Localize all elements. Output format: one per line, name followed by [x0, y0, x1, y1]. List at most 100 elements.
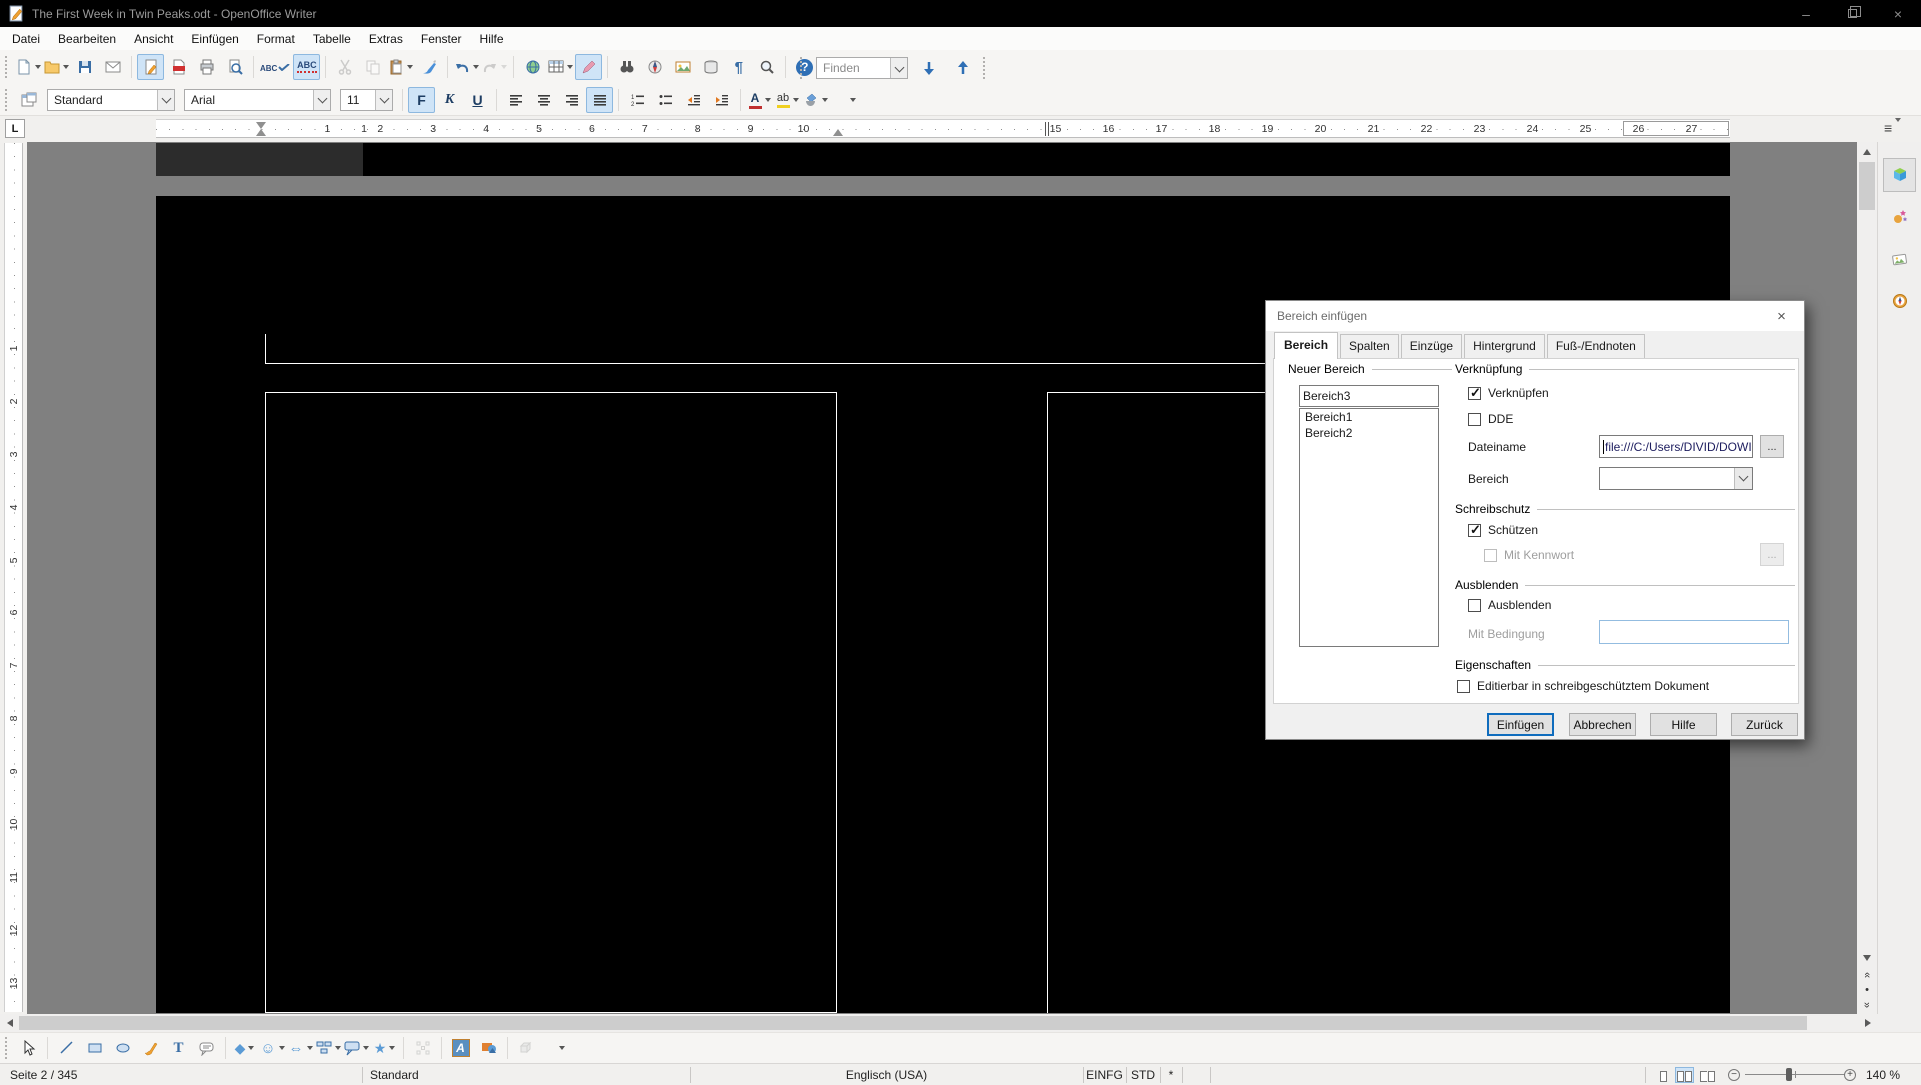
menu-item[interactable]: Fenster	[412, 28, 471, 50]
flowchart-button[interactable]	[315, 1035, 342, 1061]
font-color-button[interactable]: A	[746, 87, 773, 113]
protect-checkbox[interactable]	[1468, 524, 1481, 537]
save-icon[interactable]	[71, 54, 98, 80]
section-name-input[interactable]: Bereich3	[1299, 385, 1439, 407]
sidebar-gallery-icon[interactable]	[1883, 242, 1916, 276]
new-document-button[interactable]	[15, 54, 42, 80]
justify-toggle[interactable]	[586, 87, 613, 113]
cancel-button[interactable]: Abbrechen	[1569, 713, 1636, 736]
find-next-button[interactable]	[915, 55, 942, 81]
edit-mode-toggle[interactable]	[137, 54, 164, 80]
toolbar-overflow-button[interactable]	[838, 87, 865, 113]
tab-bereich[interactable]: Bereich	[1274, 332, 1338, 359]
rectangle-tool-icon[interactable]	[81, 1035, 108, 1061]
dialog-close-icon[interactable]: ×	[1759, 301, 1804, 331]
page-style-status[interactable]: Standard	[370, 1068, 419, 1082]
minimize-icon[interactable]: –	[1783, 0, 1829, 27]
menu-item[interactable]: Extras	[360, 28, 412, 50]
increase-indent-icon[interactable]	[708, 87, 735, 113]
export-pdf-icon[interactable]	[165, 54, 192, 80]
tab-hintergrund[interactable]: Hintergrund	[1464, 334, 1545, 358]
find-toolbar-drag-handle[interactable]	[800, 57, 804, 79]
condition-input[interactable]	[1599, 620, 1789, 644]
navigation-button[interactable]: •	[1858, 983, 1876, 997]
menu-item[interactable]: Format	[248, 28, 304, 50]
auto-spellcheck-toggle[interactable]: ABC	[293, 54, 320, 80]
ellipse-tool-icon[interactable]	[109, 1035, 136, 1061]
sidebar-properties-icon[interactable]	[1883, 158, 1916, 192]
horizontal-scrollbar[interactable]	[0, 1014, 1877, 1032]
align-right-icon[interactable]	[558, 87, 585, 113]
spellcheck-icon[interactable]: ABC	[259, 54, 292, 80]
formatting-marks-toggle[interactable]: ¶	[725, 54, 752, 80]
open-button[interactable]	[43, 54, 70, 80]
background-color-button[interactable]	[802, 87, 829, 113]
zoom-in-icon[interactable]: +	[1844, 1069, 1856, 1081]
freeform-line-tool-icon[interactable]	[137, 1035, 164, 1061]
scroll-left-icon[interactable]	[0, 1014, 19, 1032]
gallery-icon[interactable]	[669, 54, 696, 80]
callouts-button[interactable]	[343, 1035, 370, 1061]
dde-checkbox[interactable]	[1468, 413, 1481, 426]
data-sources-icon[interactable]	[697, 54, 724, 80]
hyperlink-icon[interactable]	[519, 54, 546, 80]
multi-page-view-icon[interactable]	[1676, 1068, 1693, 1082]
paste-button[interactable]	[387, 54, 414, 80]
section-select-dropdown-icon[interactable]	[1734, 468, 1752, 489]
zoom-icon[interactable]	[753, 54, 780, 80]
menu-item[interactable]: Datei	[3, 28, 49, 50]
help-button[interactable]: Hilfe	[1650, 713, 1717, 736]
bullet-list-icon[interactable]	[652, 87, 679, 113]
email-icon[interactable]	[99, 54, 126, 80]
zoom-out-icon[interactable]: −	[1728, 1069, 1740, 1081]
vertical-scrollbar-thumb[interactable]	[1859, 162, 1875, 210]
dialog-title-bar[interactable]: Bereich einfügen	[1266, 301, 1804, 331]
font-name-dropdown-icon[interactable]	[313, 90, 330, 110]
editable-checkbox[interactable]	[1457, 680, 1470, 693]
section-list-item[interactable]: Bereich1	[1300, 409, 1438, 425]
navigator-icon[interactable]	[641, 54, 668, 80]
draw-functions-toggle[interactable]	[575, 54, 602, 80]
section-list[interactable]: Bereich1Bereich2	[1299, 408, 1439, 647]
menu-item[interactable]: Tabelle	[304, 28, 360, 50]
font-size-combo[interactable]: 11	[340, 89, 393, 111]
hide-checkbox[interactable]	[1468, 599, 1481, 612]
right-indent-marker[interactable]	[833, 129, 843, 136]
link-checkbox[interactable]	[1468, 387, 1481, 400]
restore-icon[interactable]	[1829, 0, 1875, 27]
toolbar-drag-handle[interactable]	[5, 89, 9, 111]
back-button[interactable]: Zurück	[1731, 713, 1798, 736]
page-number-status[interactable]: Seite 2 / 345	[10, 1068, 77, 1082]
font-name-combo[interactable]: Arial	[184, 89, 331, 111]
symbol-shapes-button[interactable]: ☺	[259, 1035, 286, 1061]
paragraph-style-dropdown-icon[interactable]	[157, 90, 174, 110]
menu-item[interactable]: Bearbeiten	[49, 28, 125, 50]
fontwork-icon[interactable]: A	[447, 1035, 474, 1061]
sidebar-navigator-icon[interactable]	[1883, 284, 1916, 318]
toolbar-drag-handle[interactable]	[5, 56, 9, 78]
underline-toggle[interactable]: U	[464, 87, 491, 113]
paragraph-style-combo[interactable]: Standard	[47, 89, 175, 111]
align-left-icon[interactable]	[502, 87, 529, 113]
stars-button[interactable]: ★	[371, 1035, 398, 1061]
scroll-up-icon[interactable]	[1857, 142, 1877, 161]
drawbar-overflow-button[interactable]	[547, 1035, 574, 1061]
single-page-view-icon[interactable]	[1655, 1068, 1672, 1082]
previous-page-button[interactable]: «	[1858, 968, 1876, 982]
toolbar-drag-handle[interactable]	[5, 1037, 9, 1059]
section-list-item[interactable]: Bereich2	[1300, 425, 1438, 441]
print-icon[interactable]	[193, 54, 220, 80]
align-center-icon[interactable]	[530, 87, 557, 113]
filename-input[interactable]: file:///C:/Users/DIVID/DOWI	[1599, 435, 1753, 458]
column-boundary-marker[interactable]	[1045, 122, 1049, 136]
bold-toggle[interactable]: F	[408, 87, 435, 113]
zoom-slider-thumb[interactable]	[1786, 1068, 1792, 1081]
menu-item[interactable]: Ansicht	[125, 28, 182, 50]
block-arrows-button[interactable]: ⇔	[287, 1035, 314, 1061]
insert-table-button[interactable]	[547, 54, 574, 80]
close-icon[interactable]: ×	[1875, 0, 1921, 27]
highlighting-button[interactable]: ab	[774, 87, 801, 113]
font-size-dropdown-icon[interactable]	[375, 90, 392, 110]
tab-spalten[interactable]: Spalten	[1340, 334, 1399, 358]
zoom-level-status[interactable]: 140 %	[1866, 1068, 1900, 1082]
